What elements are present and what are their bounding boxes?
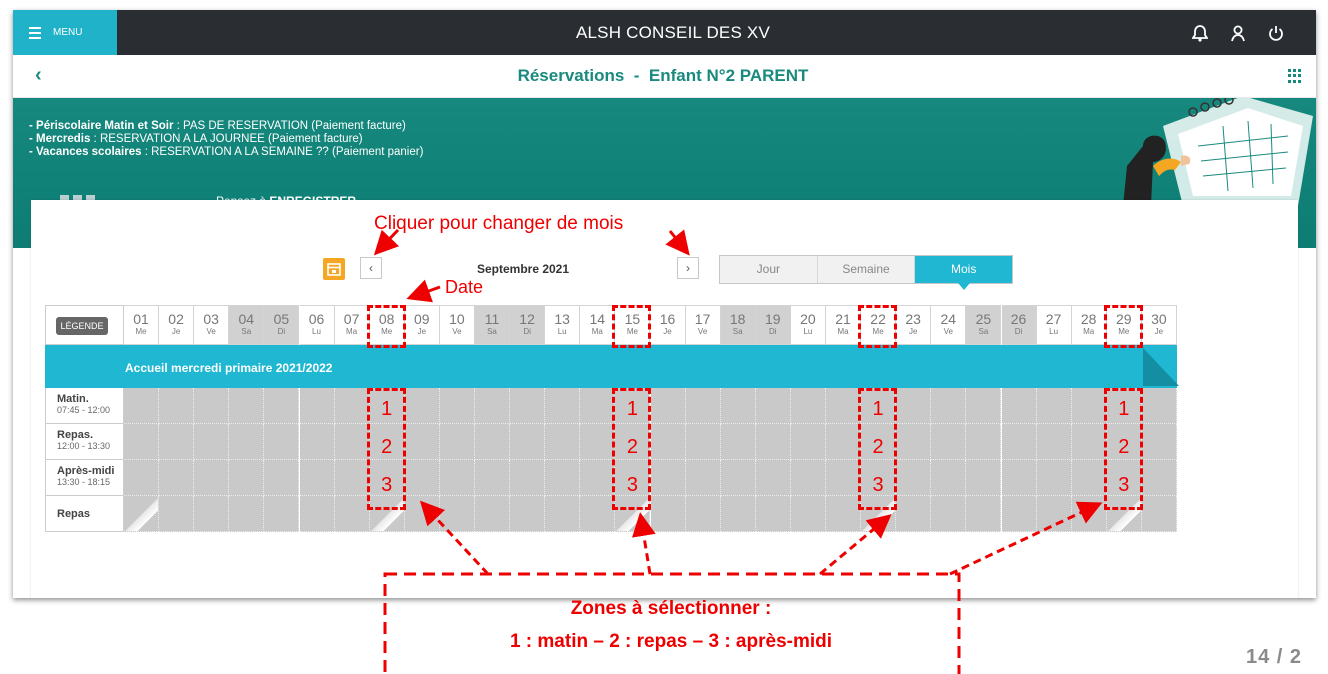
zone-marker: 3 (381, 474, 393, 496)
zone-marker: 2 (1118, 436, 1130, 458)
arrow-prev (373, 228, 400, 256)
zone-marker: 3 (1118, 474, 1130, 496)
zone-marker: 3 (626, 474, 638, 496)
zone-marker: 1 (1118, 398, 1130, 420)
date-highlight (858, 305, 898, 348)
zone-marker: 2 (626, 436, 638, 458)
zone-marker: 1 (626, 398, 638, 420)
zone-marker: 1 (381, 398, 393, 420)
page-number: 14 / 2 (1246, 646, 1303, 668)
date-highlight (366, 305, 406, 348)
zone-marker: 1 (872, 398, 884, 420)
zone-marker: 2 (872, 436, 884, 458)
date-highlight (612, 305, 652, 348)
arrow-date (406, 279, 441, 303)
zones-box (383, 572, 961, 674)
zone-marker: 3 (872, 474, 884, 496)
arrow-next (665, 229, 690, 256)
screenshot: MENU ALSH CONSEIL DES XV ‹ Réservations … (0, 0, 1328, 674)
date-highlight (1103, 305, 1143, 348)
zone-marker: 2 (381, 436, 393, 458)
